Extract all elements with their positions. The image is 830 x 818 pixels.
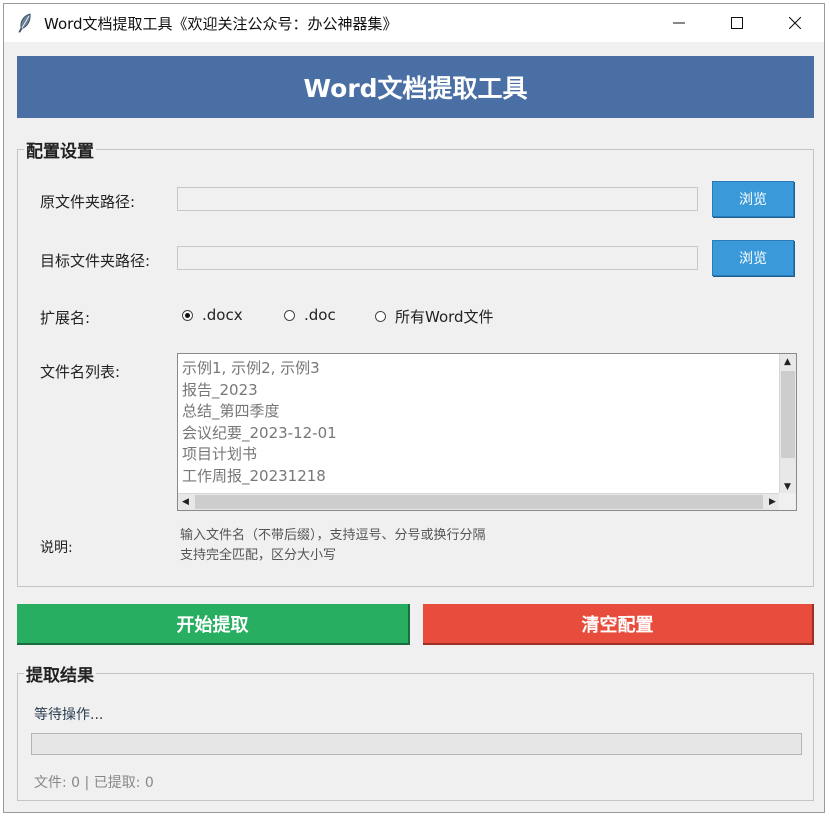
radio-checked-icon [182, 309, 193, 321]
filelist-content: 示例1, 示例2, 示例3 报告_2023 总结_第四季度 会议纪要_2023-… [182, 358, 772, 487]
filelist-line: 工作周报_20231218 [182, 466, 326, 485]
target-browse-label: 浏览 [739, 251, 767, 267]
note-text: 输入文件名（不带后缀），支持逗号、分号或换行分隔 支持完全匹配，区分大小写 [180, 526, 486, 566]
filelist-line: 报告_2023 [182, 380, 258, 399]
result-legend: 提取结果 [26, 666, 94, 686]
app-banner: Word文档提取工具 [17, 56, 814, 118]
filelist-line: 总结_第四季度 [182, 402, 280, 420]
clear-config-button[interactable]: 清空配置 [423, 604, 814, 645]
ext-radio-label: .docx [202, 306, 243, 324]
horizontal-scrollbar[interactable]: ◀ ▶ [178, 493, 780, 510]
filelist-line: 项目计划书 [182, 445, 258, 463]
clear-config-label: 清空配置 [581, 614, 654, 636]
title-bar: Word文档提取工具《欢迎关注公众号：办公神器集》 [4, 4, 824, 42]
scroll-up-icon[interactable]: ▲ [780, 354, 795, 369]
source-path-label: 原文件夹路径: [40, 193, 136, 211]
ext-radio-doc[interactable]: .doc [284, 306, 336, 324]
vertical-scrollbar[interactable]: ▲ ▼ [779, 354, 796, 494]
config-legend: 配置设置 [26, 142, 94, 162]
extension-label: 扩展名: [40, 309, 91, 327]
scroll-right-icon[interactable]: ▶ [765, 494, 780, 509]
stats-text: 文件: 0 | 已提取: 0 [34, 775, 154, 791]
filelist-label: 文件名列表: [40, 363, 121, 381]
window-title: Word文档提取工具《欢迎关注公众号：办公神器集》 [44, 14, 398, 33]
target-path-label: 目标文件夹路径: [40, 252, 151, 270]
ext-radio-label: 所有Word文件 [395, 308, 494, 326]
target-browse-button[interactable]: 浏览 [712, 240, 794, 276]
maximize-icon [731, 17, 743, 29]
source-browse-label: 浏览 [739, 192, 767, 208]
target-path-input[interactable] [177, 246, 698, 270]
filelist-textarea[interactable]: 示例1, 示例2, 示例3 报告_2023 总结_第四季度 会议纪要_2023-… [177, 353, 797, 511]
filelist-line: 会议纪要_2023-12-01 [182, 423, 337, 442]
scroll-left-icon[interactable]: ◀ [178, 494, 193, 509]
ext-radio-label: .doc [304, 306, 336, 324]
start-extract-button[interactable]: 开始提取 [17, 604, 410, 645]
start-extract-label: 开始提取 [176, 614, 249, 636]
radio-unchecked-icon [284, 309, 295, 321]
maximize-button[interactable] [708, 4, 766, 42]
app-window: Word文档提取工具《欢迎关注公众号：办公神器集》 Word文档提取工具 配置设… [3, 3, 825, 813]
minimize-icon [673, 22, 685, 24]
close-icon [789, 17, 801, 29]
ext-radio-all-word[interactable]: 所有Word文件 [375, 306, 494, 327]
close-button[interactable] [766, 4, 824, 42]
banner-title: Word文档提取工具 [303, 74, 528, 103]
feather-icon [14, 12, 36, 34]
status-text: 等待操作... [34, 707, 104, 723]
note-label: 说明: [40, 540, 73, 556]
source-browse-button[interactable]: 浏览 [712, 181, 794, 217]
filelist-line: 示例1, 示例2, 示例3 [182, 359, 320, 377]
scrollbar-corner [779, 493, 796, 510]
radio-unchecked-icon [375, 311, 386, 322]
note-line: 支持完全匹配，区分大小写 [180, 548, 337, 563]
scroll-down-icon[interactable]: ▼ [780, 479, 795, 494]
vertical-scroll-thumb[interactable] [781, 371, 795, 458]
note-line: 输入文件名（不带后缀），支持逗号、分号或换行分隔 [180, 528, 486, 543]
progress-bar [31, 733, 802, 755]
source-path-input[interactable] [177, 187, 698, 211]
minimize-button[interactable] [650, 4, 708, 42]
horizontal-scroll-thumb[interactable] [195, 495, 763, 509]
ext-radio-docx[interactable]: .docx [182, 306, 243, 324]
